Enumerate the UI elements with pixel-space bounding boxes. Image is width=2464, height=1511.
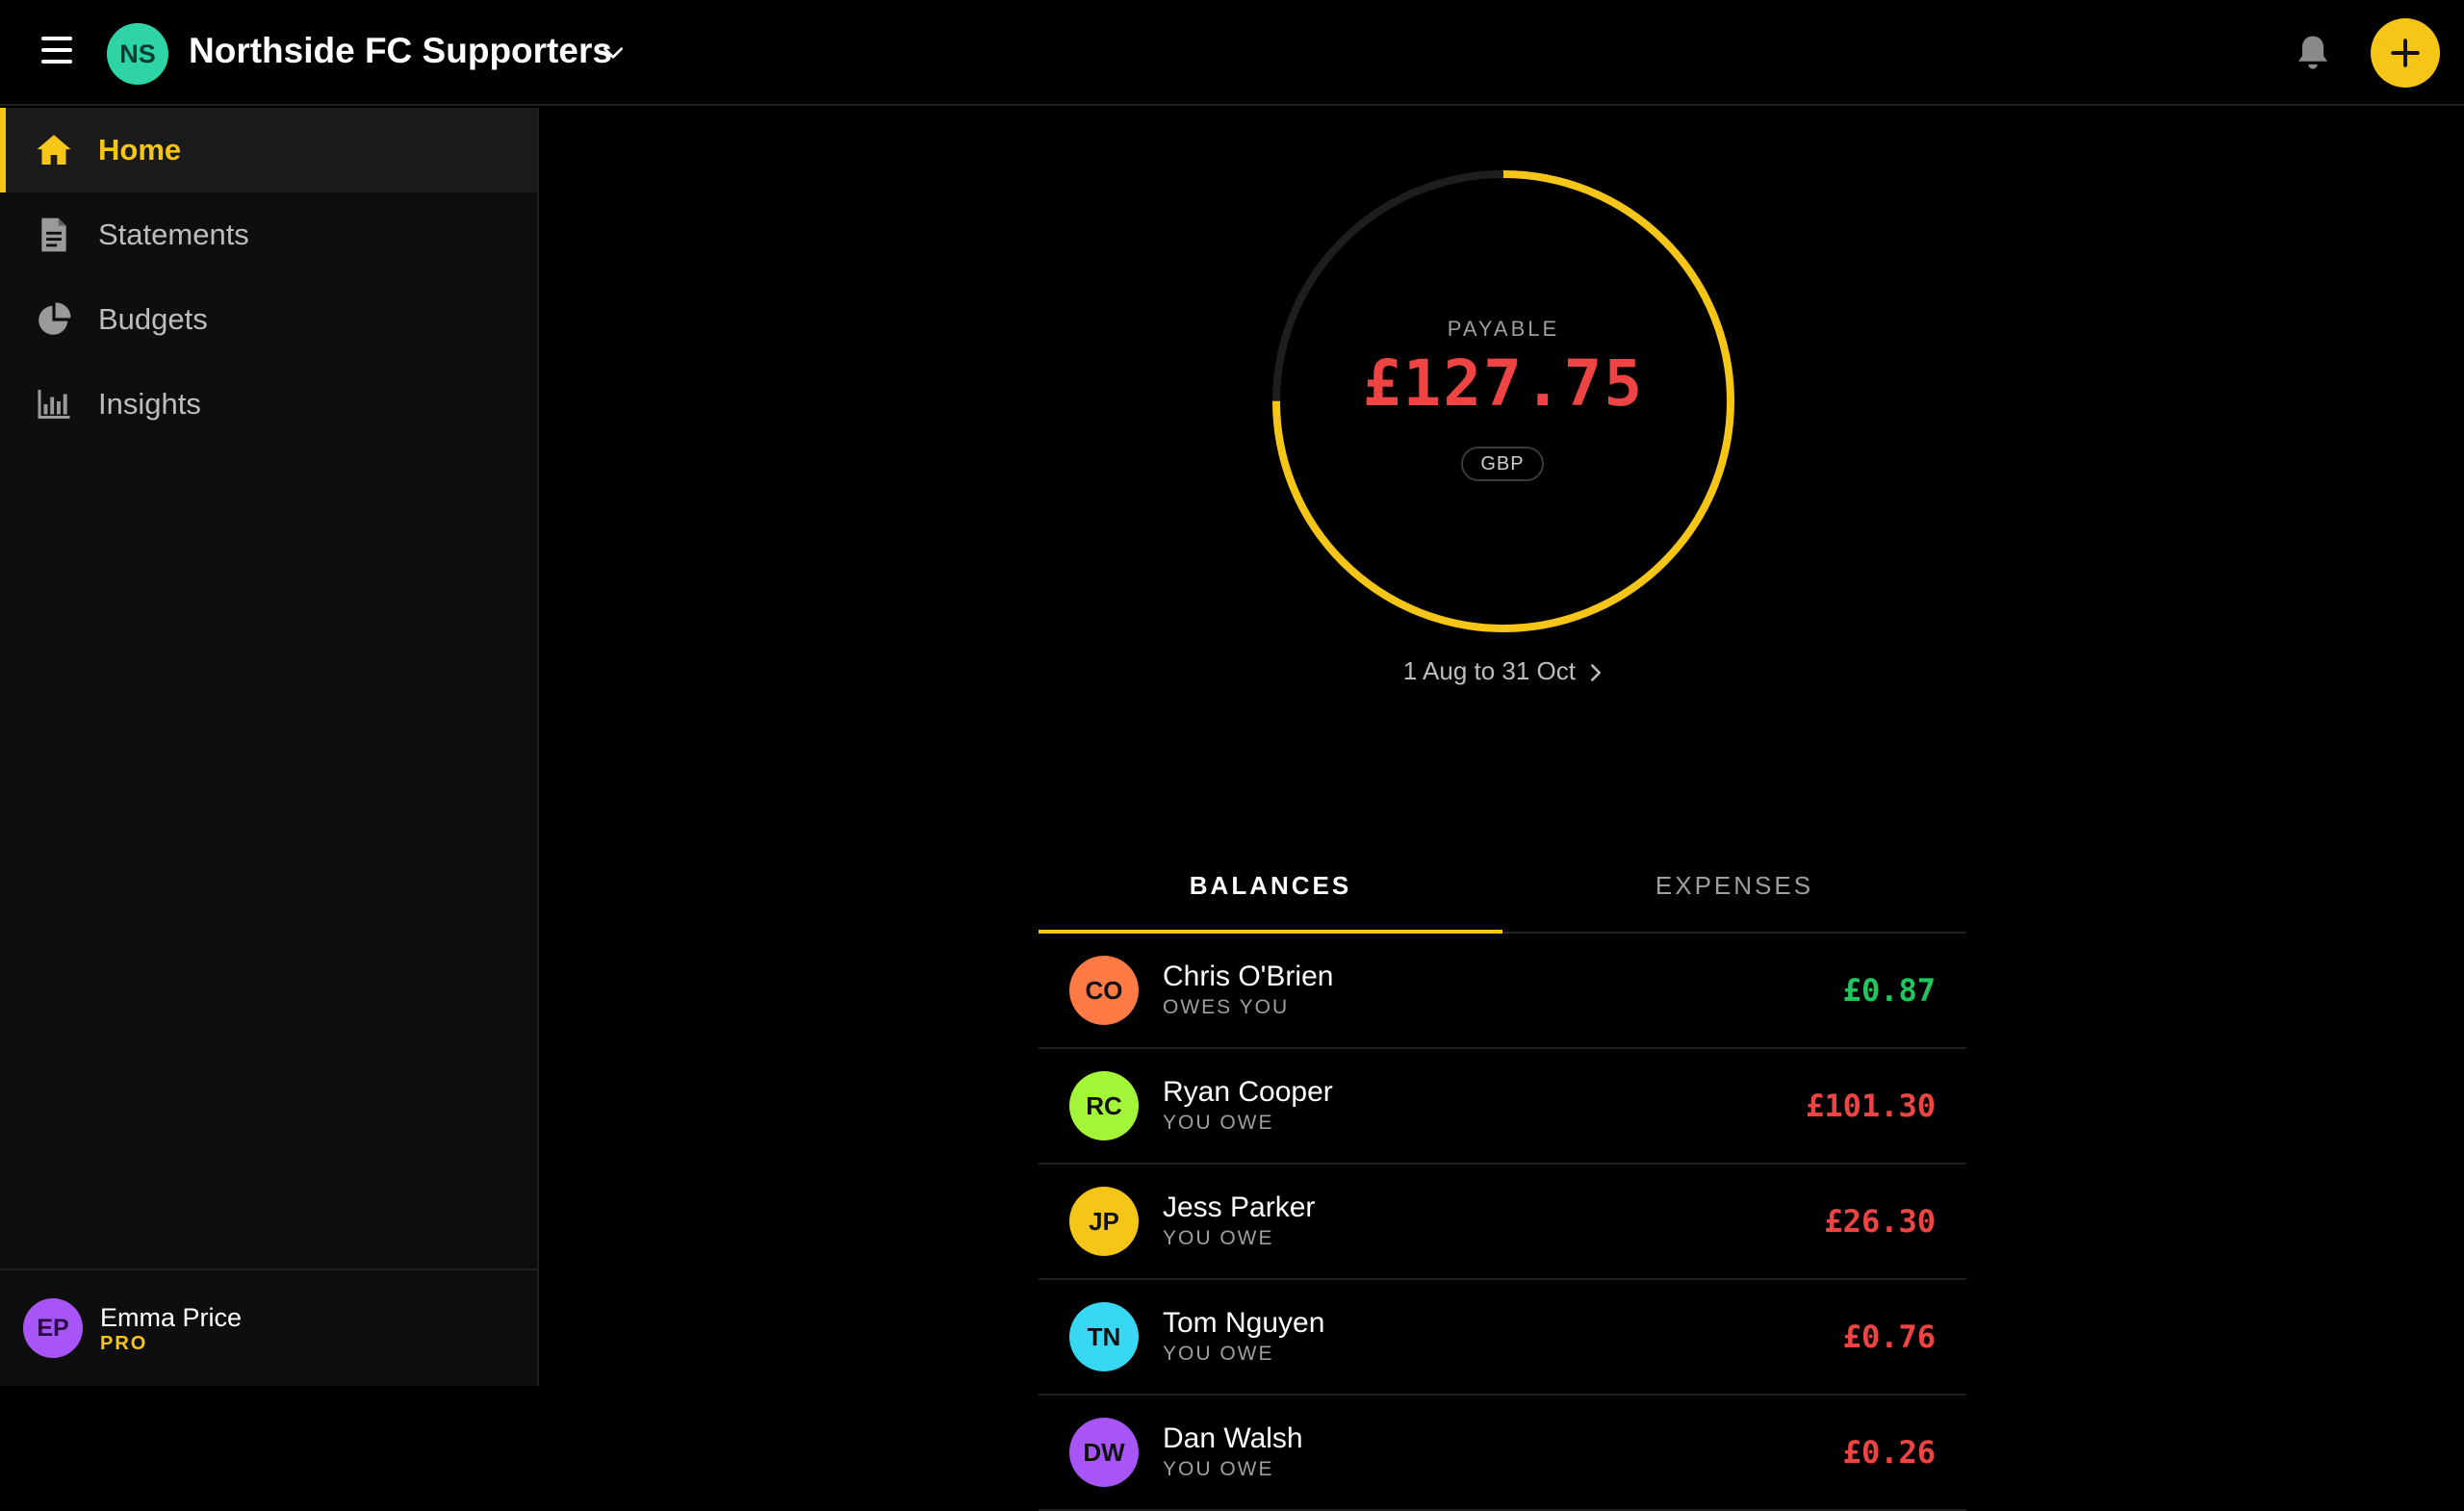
sidebar: Home Statements Budgets Insights EP Emma… (0, 108, 539, 1386)
list-item[interactable]: CO Chris O'Brien OWES YOU £0.87 (1039, 934, 1966, 1049)
top-bar: NS Northside FC Supporters (0, 0, 2464, 106)
member-name: Chris O'Brien (1163, 960, 1334, 992)
balance-status: YOU OWE (1163, 1227, 1274, 1249)
list-item[interactable]: RC Ryan Cooper YOU OWE £101.30 (1039, 1049, 1966, 1165)
sidebar-item-budgets[interactable]: Budgets (0, 277, 537, 362)
balance-amount: £0.76 (1842, 1319, 1936, 1355)
avatar: DW (1069, 1418, 1139, 1487)
bar-chart-icon (35, 385, 73, 423)
avatar: TN (1069, 1302, 1139, 1371)
user-profile[interactable]: EP Emma Price PRO (0, 1268, 537, 1386)
tab-balances[interactable]: BALANCES (1039, 839, 1502, 934)
bell-icon[interactable] (2295, 33, 2331, 73)
plus-icon (2391, 38, 2420, 67)
payable-label: PAYABLE (1447, 317, 1560, 341)
period-selector[interactable]: 1 Aug to 31 Oct (1268, 656, 1739, 686)
list-item[interactable]: JP Jess Parker YOU OWE £26.30 (1039, 1165, 1966, 1280)
avatar: JP (1069, 1187, 1139, 1256)
menu-icon[interactable] (38, 37, 75, 67)
period-label: 1 Aug to 31 Oct (1402, 656, 1576, 685)
member-name: Jess Parker (1163, 1191, 1316, 1223)
sidebar-item-label: Budgets (98, 302, 208, 336)
sidebar-item-label: Insights (98, 387, 201, 421)
home-icon (35, 131, 73, 169)
sidebar-item-label: Statements (98, 218, 249, 251)
avatar: RC (1069, 1071, 1139, 1140)
balance-amount: £0.87 (1842, 972, 1936, 1009)
balance-status: YOU OWE (1163, 1458, 1274, 1480)
currency-badge: GBP (1461, 447, 1544, 481)
balance-amount: £0.26 (1842, 1434, 1936, 1471)
list-item[interactable]: DW Dan Walsh YOU OWE £0.26 (1039, 1396, 1966, 1511)
avatar: CO (1069, 956, 1139, 1025)
payable-amount: £127.75 (1362, 346, 1645, 421)
balance-status: OWES YOU (1163, 996, 1290, 1018)
chevron-right-icon (1591, 664, 1602, 681)
chevron-down-icon[interactable] (601, 40, 626, 65)
sidebar-item-home[interactable]: Home (0, 108, 537, 192)
add-button[interactable] (2371, 18, 2440, 88)
group-name[interactable]: Northside FC Supporters (189, 31, 612, 71)
balance-list: CO Chris O'Brien OWES YOU £0.87 RC Ryan … (1039, 934, 1966, 1511)
sidebar-item-insights[interactable]: Insights (0, 362, 537, 447)
main-content: PAYABLE £127.75 GBP 1 Aug to 31 Oct BALA… (541, 108, 2464, 1511)
group-avatar[interactable]: NS (107, 23, 168, 85)
document-icon (35, 216, 73, 254)
sidebar-item-label: Home (98, 133, 182, 166)
pie-chart-icon (35, 300, 73, 339)
member-name: Ryan Cooper (1163, 1076, 1333, 1108)
balance-amount: £101.30 (1806, 1088, 1936, 1124)
avatar: EP (23, 1298, 83, 1358)
user-name: Emma Price (100, 1302, 243, 1332)
tab-bar: BALANCES EXPENSES (1039, 839, 1966, 934)
tab-expenses[interactable]: EXPENSES (1502, 839, 1966, 932)
member-name: Dan Walsh (1163, 1422, 1303, 1454)
user-plan-badge: PRO (100, 1332, 148, 1354)
list-item[interactable]: TN Tom Nguyen YOU OWE £0.76 (1039, 1280, 1966, 1396)
balance-status: YOU OWE (1163, 1112, 1274, 1134)
sidebar-item-statements[interactable]: Statements (0, 192, 537, 277)
member-name: Tom Nguyen (1163, 1307, 1325, 1339)
balance-amount: £26.30 (1824, 1203, 1936, 1240)
balance-status: YOU OWE (1163, 1343, 1274, 1365)
